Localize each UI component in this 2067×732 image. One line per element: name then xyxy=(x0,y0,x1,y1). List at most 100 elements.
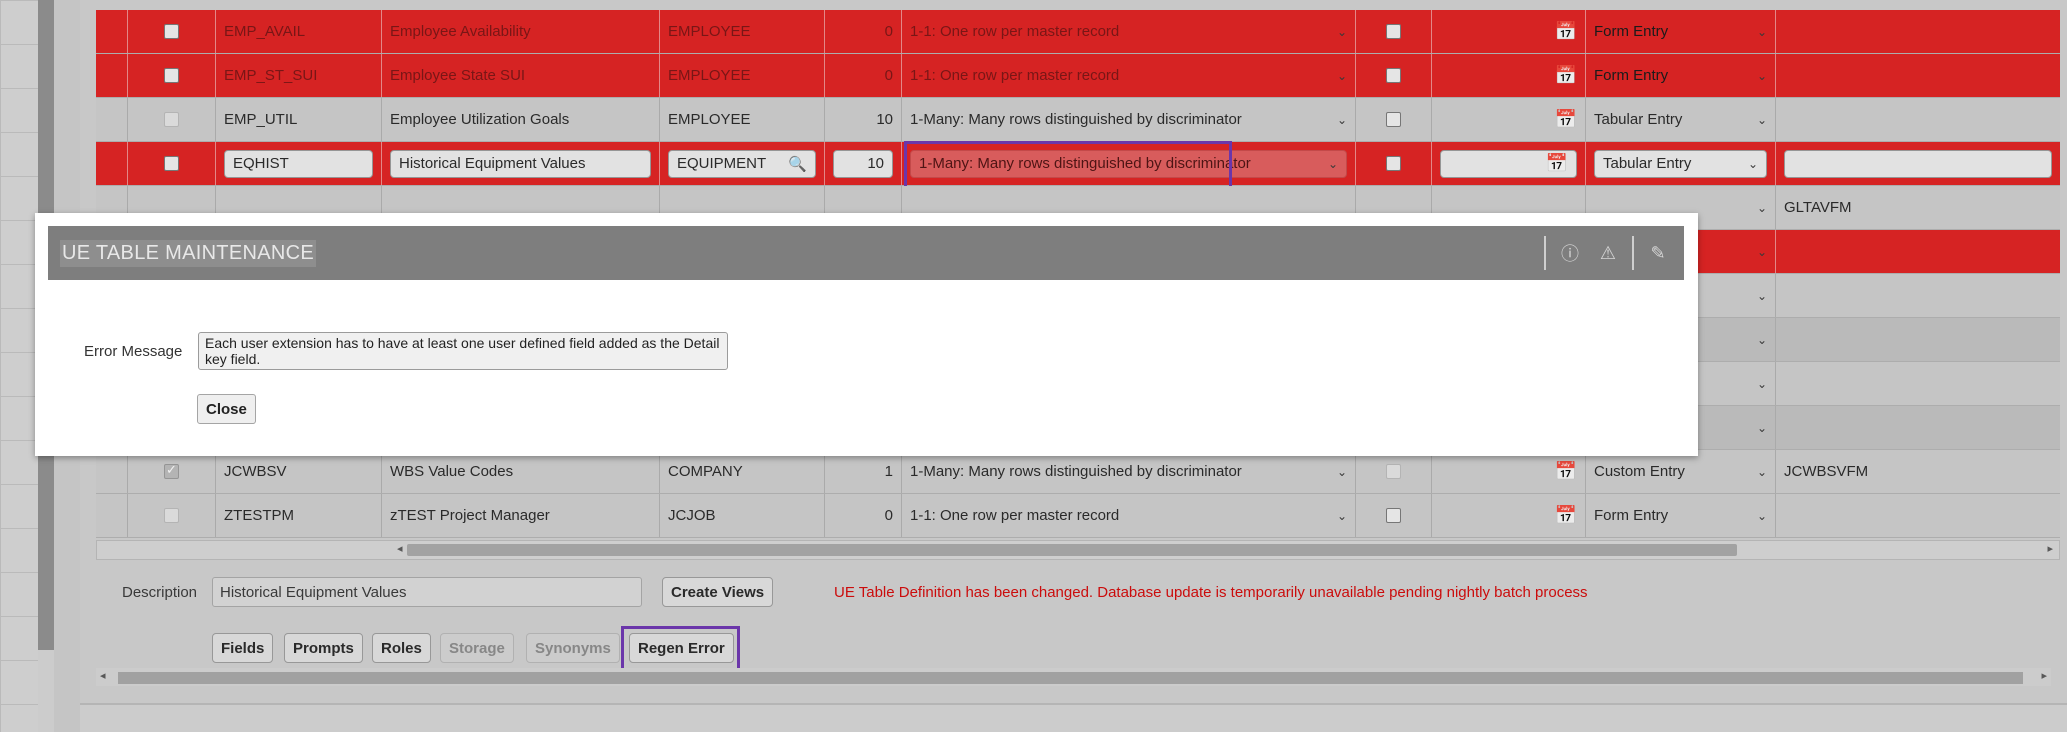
edit-icon[interactable]: ✎ xyxy=(1644,239,1672,267)
table-description: Employee Availability xyxy=(382,10,660,53)
warning-message: UE Table Definition has been changed. Da… xyxy=(834,584,1588,601)
table-row[interactable]: EMP_ST_SUI Employee State SUI EMPLOYEE 0… xyxy=(96,54,2060,98)
chevron-down-icon[interactable]: ⌄ xyxy=(1757,113,1767,127)
calendar-clock-icon[interactable]: 📅 xyxy=(1555,21,1577,42)
chevron-down-icon[interactable]: ⌄ xyxy=(1757,333,1767,347)
synonyms-button[interactable]: Synonyms xyxy=(526,633,620,663)
warning-icon[interactable]: ⚠ xyxy=(1594,239,1622,267)
option-checkbox[interactable] xyxy=(1386,112,1401,127)
relationship-select: 1-Many: Many rows distinguished by discr… xyxy=(910,463,1242,480)
chevron-down-icon[interactable]: ⌄ xyxy=(1757,509,1767,523)
table-description: zTEST Project Manager xyxy=(382,494,660,537)
scroll-left-arrow-icon[interactable]: ◂ xyxy=(397,542,403,555)
chevron-down-icon[interactable]: ⌄ xyxy=(1748,157,1758,171)
scroll-right-arrow-icon[interactable]: ▸ xyxy=(2047,542,2053,555)
relationship-select: 1-1: One row per master record xyxy=(910,67,1120,84)
highlight-regen-error xyxy=(621,626,740,672)
row-select-checkbox[interactable] xyxy=(164,68,179,83)
table-horizontal-scrollbar[interactable]: ◂ ▸ xyxy=(96,540,2060,560)
table-row[interactable]: EMP_UTIL Employee Utilization Goals EMPL… xyxy=(96,98,2060,142)
chevron-down-icon[interactable]: ⌄ xyxy=(1337,113,1347,127)
error-dialog: UE TABLE MAINTENANCE ⓘ ⚠ ✎ Error Message… xyxy=(35,213,1698,456)
table-description-input[interactable]: Historical Equipment Values xyxy=(390,149,651,178)
chevron-down-icon[interactable]: ⌄ xyxy=(1757,245,1767,259)
info-icon[interactable]: ⓘ xyxy=(1556,239,1584,267)
error-message-textarea[interactable]: Each user extension has to have at least… xyxy=(198,332,728,370)
entry-type-select[interactable]: Tabular Entry ⌄ xyxy=(1594,149,1767,178)
chevron-down-icon[interactable]: ⌄ xyxy=(1337,509,1347,523)
option-checkbox[interactable] xyxy=(1386,464,1401,479)
search-icon[interactable]: 🔍 xyxy=(788,155,807,173)
fields-button[interactable]: Fields xyxy=(212,633,274,663)
table-row[interactable]: JCWBSV WBS Value Codes COMPANY 1 1-Many:… xyxy=(96,450,2060,494)
option-checkbox[interactable] xyxy=(1386,68,1401,83)
scroll-right-arrow-icon[interactable]: ▸ xyxy=(2041,669,2047,682)
row-select-checkbox[interactable] xyxy=(164,462,179,479)
level-value: 0 xyxy=(825,10,902,53)
chevron-down-icon[interactable]: ⌄ xyxy=(1337,69,1347,83)
date-input[interactable]: 📅 xyxy=(1440,149,1577,178)
relationship-select: 1-1: One row per master record xyxy=(910,507,1120,524)
view-name xyxy=(1776,54,2060,97)
view-name xyxy=(1776,10,2060,53)
master-table: JCJOB xyxy=(660,494,825,537)
master-table: COMPANY xyxy=(660,450,825,493)
table-name-input[interactable]: EQHIST xyxy=(224,149,373,178)
scroll-left-arrow-icon[interactable]: ◂ xyxy=(100,669,106,682)
option-checkbox[interactable] xyxy=(1386,24,1401,39)
table-description: WBS Value Codes xyxy=(382,450,660,493)
chevron-down-icon[interactable]: ⌄ xyxy=(1757,421,1767,435)
chevron-down-icon[interactable]: ⌄ xyxy=(1757,465,1767,479)
chevron-down-icon[interactable]: ⌄ xyxy=(1757,377,1767,391)
calendar-clock-icon[interactable]: 📅 xyxy=(1555,505,1577,526)
chevron-down-icon[interactable]: ⌄ xyxy=(1757,201,1767,215)
calendar-clock-icon[interactable]: 📅 xyxy=(1555,461,1577,482)
level-value: 10 xyxy=(825,98,902,141)
close-button[interactable]: Close xyxy=(197,394,256,424)
row-select-checkbox[interactable] xyxy=(164,156,179,171)
create-views-button[interactable]: Create Views xyxy=(662,577,774,607)
table-name: ZTESTPM xyxy=(216,494,382,537)
divider xyxy=(1632,236,1634,270)
dialog-title: UE TABLE MAINTENANCE xyxy=(60,239,316,267)
calendar-clock-icon[interactable]: 📅 xyxy=(1555,65,1577,86)
view-name-input[interactable] xyxy=(1784,149,2052,178)
row-select-checkbox[interactable] xyxy=(164,24,179,39)
entry-type-select: Form Entry xyxy=(1594,507,1669,524)
level-value: 1 xyxy=(825,450,902,493)
dialog-header: UE TABLE MAINTENANCE ⓘ ⚠ ✎ xyxy=(48,226,1684,280)
roles-button[interactable]: Roles xyxy=(372,633,431,663)
table-row[interactable]: ZTESTPM zTEST Project Manager JCJOB 0 1-… xyxy=(96,494,2060,538)
scrollbar-thumb[interactable] xyxy=(118,672,2023,684)
row-select-checkbox[interactable] xyxy=(164,508,179,523)
description-label: Description xyxy=(122,584,198,601)
chevron-down-icon[interactable]: ⌄ xyxy=(1757,289,1767,303)
option-checkbox[interactable] xyxy=(1386,508,1401,523)
view-name: GLTAVFM xyxy=(1784,199,1852,216)
row-select-checkbox[interactable] xyxy=(164,112,179,127)
chevron-down-icon[interactable]: ⌄ xyxy=(1337,25,1347,39)
entry-type-select: Custom Entry xyxy=(1594,463,1685,480)
storage-button[interactable]: Storage xyxy=(440,633,514,663)
option-checkbox[interactable] xyxy=(1386,156,1401,171)
chevron-down-icon[interactable]: ⌄ xyxy=(1757,69,1767,83)
chevron-down-icon[interactable]: ⌄ xyxy=(1328,157,1338,171)
scrollbar-thumb[interactable] xyxy=(407,544,1737,556)
master-table: EMPLOYEE xyxy=(660,54,825,97)
description-input[interactable]: Historical Equipment Values xyxy=(212,577,642,607)
calendar-clock-icon[interactable]: 📅 xyxy=(1555,109,1577,130)
chevron-down-icon[interactable]: ⌄ xyxy=(1757,25,1767,39)
entry-type-value: Tabular Entry xyxy=(1603,155,1692,172)
table-name: EMP_AVAIL xyxy=(216,10,382,53)
chevron-down-icon[interactable]: ⌄ xyxy=(1337,465,1347,479)
level-input[interactable]: 10 xyxy=(833,149,893,178)
calendar-clock-icon[interactable]: 📅 xyxy=(1546,153,1568,174)
level-value: 0 xyxy=(825,54,902,97)
master-table-input[interactable]: EQUIPMENT 🔍 xyxy=(668,149,816,178)
entry-type-select: Form Entry xyxy=(1594,67,1669,84)
page-horizontal-scrollbar[interactable]: ◂ ▸ xyxy=(96,668,2051,686)
prompts-button[interactable]: Prompts xyxy=(284,633,363,663)
relationship-select: 1-Many: Many rows distinguished by discr… xyxy=(910,111,1242,128)
divider xyxy=(1544,236,1546,270)
table-row[interactable]: EMP_AVAIL Employee Availability EMPLOYEE… xyxy=(96,10,2060,54)
